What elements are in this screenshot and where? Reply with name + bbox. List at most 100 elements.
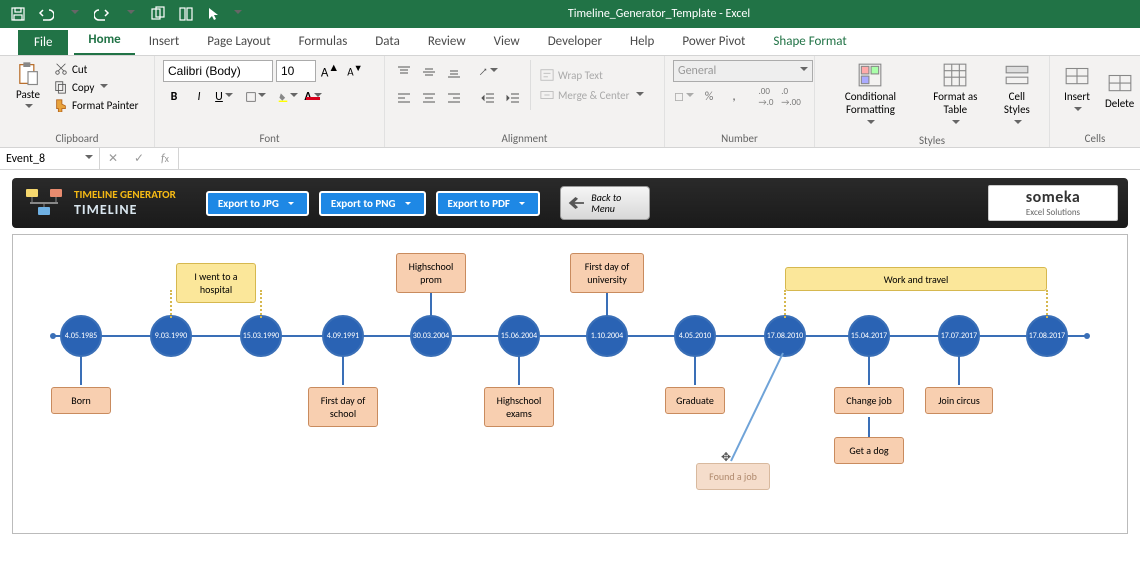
- event-band[interactable]: Work and travel: [785, 267, 1047, 291]
- tab-page-layout[interactable]: Page Layout: [193, 28, 284, 55]
- timeline-node[interactable]: 15.04.2017: [848, 315, 890, 357]
- align-right-button[interactable]: [443, 87, 465, 109]
- tab-developer[interactable]: Developer: [534, 28, 616, 55]
- italic-button[interactable]: I: [188, 86, 210, 108]
- back-to-menu-button[interactable]: Back to Menu: [560, 186, 650, 220]
- timeline-node[interactable]: 17.08.2017: [1026, 315, 1068, 357]
- someka-logo: someka Excel Solutions: [988, 185, 1118, 221]
- timeline-node[interactable]: 15.06.2004: [498, 315, 540, 357]
- cut-button[interactable]: Cut: [51, 61, 141, 77]
- event-label[interactable]: First day of school: [308, 387, 378, 427]
- ribbon: Paste Cut Copy Format Painter Clipboard …: [0, 56, 1140, 148]
- qat-custom-2[interactable]: [174, 3, 198, 25]
- insert-cells-button[interactable]: Insert: [1058, 60, 1096, 118]
- worksheet-area: TIMELINE GENERATOR TIMELINE Export to JP…: [0, 170, 1140, 585]
- name-box[interactable]: Event_8: [0, 148, 100, 169]
- timeline-connector: [170, 290, 172, 318]
- timeline-node[interactable]: 15.03.1990: [240, 315, 282, 357]
- tab-home[interactable]: Home: [74, 26, 134, 55]
- paste-button[interactable]: Paste: [8, 60, 48, 114]
- wrap-text-button[interactable]: Wrap Text: [537, 67, 647, 83]
- tab-data[interactable]: Data: [361, 28, 414, 55]
- align-center-button[interactable]: [418, 87, 440, 109]
- align-top-button[interactable]: [393, 61, 415, 83]
- cell-styles-button[interactable]: Cell Styles: [993, 60, 1041, 132]
- timeline-connector: [868, 417, 870, 437]
- export-pdf-button[interactable]: Export to PDF: [436, 191, 540, 216]
- event-label[interactable]: Graduate: [665, 387, 725, 414]
- tab-help[interactable]: Help: [616, 28, 668, 55]
- align-left-button[interactable]: [393, 87, 415, 109]
- font-name-selector[interactable]: [163, 60, 273, 82]
- timeline-node[interactable]: 4.05.1985: [60, 315, 102, 357]
- tab-power-pivot[interactable]: Power Pivot: [668, 28, 759, 55]
- orientation-button[interactable]: [477, 61, 499, 83]
- decrease-decimal-button[interactable]: .0→.00: [780, 86, 802, 108]
- download-icon: [402, 197, 414, 209]
- timeline-node[interactable]: 1.10.2004: [586, 315, 628, 357]
- redo-menu[interactable]: [118, 3, 142, 25]
- timeline-node[interactable]: 17.08.2010: [764, 315, 806, 357]
- timeline-node[interactable]: 30.03.2004: [410, 315, 452, 357]
- align-bottom-button[interactable]: [443, 61, 465, 83]
- number-format-selector[interactable]: General: [673, 60, 813, 82]
- qat-customize[interactable]: [230, 3, 244, 25]
- decrease-indent-button[interactable]: [477, 87, 499, 109]
- event-label-selected[interactable]: ✥ Found a job: [696, 463, 770, 490]
- accounting-format-button[interactable]: [673, 86, 695, 108]
- timeline-node[interactable]: 9.03.1990: [150, 315, 192, 357]
- underline-button[interactable]: U: [213, 86, 235, 108]
- event-label[interactable]: Change job: [834, 387, 904, 414]
- align-middle-button[interactable]: [418, 61, 440, 83]
- conditional-formatting-button[interactable]: Conditional Formatting: [823, 60, 918, 132]
- percent-button[interactable]: %: [698, 86, 720, 108]
- bold-button[interactable]: B: [163, 86, 185, 108]
- event-label[interactable]: Get a dog: [834, 437, 904, 464]
- tab-review[interactable]: Review: [414, 28, 480, 55]
- event-label[interactable]: Born: [51, 387, 111, 414]
- formula-input[interactable]: [179, 148, 1140, 169]
- comma-button[interactable]: ,: [723, 86, 745, 108]
- tab-insert[interactable]: Insert: [135, 28, 194, 55]
- save-button[interactable]: [6, 3, 30, 25]
- app-header: TIMELINE GENERATOR TIMELINE Export to JP…: [12, 178, 1128, 228]
- cancel-formula-button[interactable]: ✕: [100, 148, 126, 169]
- tab-shape-format[interactable]: Shape Format: [759, 28, 860, 55]
- tab-view[interactable]: View: [480, 28, 534, 55]
- event-label[interactable]: First day of university: [570, 253, 644, 293]
- format-painter-button[interactable]: Format Painter: [51, 97, 141, 113]
- paste-menu-caret[interactable]: [23, 101, 33, 114]
- tab-file[interactable]: File: [18, 30, 68, 55]
- timeline-node[interactable]: 17.07.2017: [938, 315, 980, 357]
- enter-formula-button[interactable]: ✓: [126, 148, 152, 169]
- border-button[interactable]: [245, 86, 267, 108]
- tab-formulas[interactable]: Formulas: [285, 28, 362, 55]
- timeline-node[interactable]: 4.05.2010: [674, 315, 716, 357]
- timeline-node[interactable]: 4.09.1991: [322, 315, 364, 357]
- export-jpg-button[interactable]: Export to JPG: [206, 191, 309, 216]
- group-clipboard: Paste Cut Copy Format Painter Clipboard: [0, 56, 155, 147]
- insert-function-button[interactable]: fx: [152, 148, 178, 169]
- event-label[interactable]: Highschool exams: [484, 387, 554, 427]
- pointer-mode-button[interactable]: [202, 3, 226, 25]
- undo-button[interactable]: [34, 3, 58, 25]
- format-as-table-button[interactable]: Format as Table: [921, 60, 990, 132]
- merge-center-button[interactable]: Merge & Center: [537, 87, 647, 103]
- increase-indent-button[interactable]: [502, 87, 524, 109]
- increase-decimal-button[interactable]: .00→.0: [755, 86, 777, 108]
- event-label[interactable]: Join circus: [925, 387, 993, 414]
- event-label[interactable]: Highschool prom: [396, 253, 466, 293]
- redo-button[interactable]: [90, 3, 114, 25]
- export-png-button[interactable]: Export to PNG: [319, 191, 426, 216]
- event-label[interactable]: I went to a hospital: [176, 263, 256, 303]
- move-cursor-icon: ✥: [721, 450, 731, 465]
- qat-custom-1[interactable]: [146, 3, 170, 25]
- font-color-button[interactable]: A: [302, 86, 324, 108]
- font-size-selector[interactable]: [276, 60, 316, 82]
- decrease-font-button[interactable]: A▼: [344, 60, 366, 82]
- delete-cells-button[interactable]: Delete: [1099, 67, 1140, 112]
- fill-color-button[interactable]: [277, 86, 299, 108]
- undo-menu[interactable]: [62, 3, 86, 25]
- copy-button[interactable]: Copy: [51, 79, 141, 95]
- increase-font-button[interactable]: A▲: [319, 60, 341, 82]
